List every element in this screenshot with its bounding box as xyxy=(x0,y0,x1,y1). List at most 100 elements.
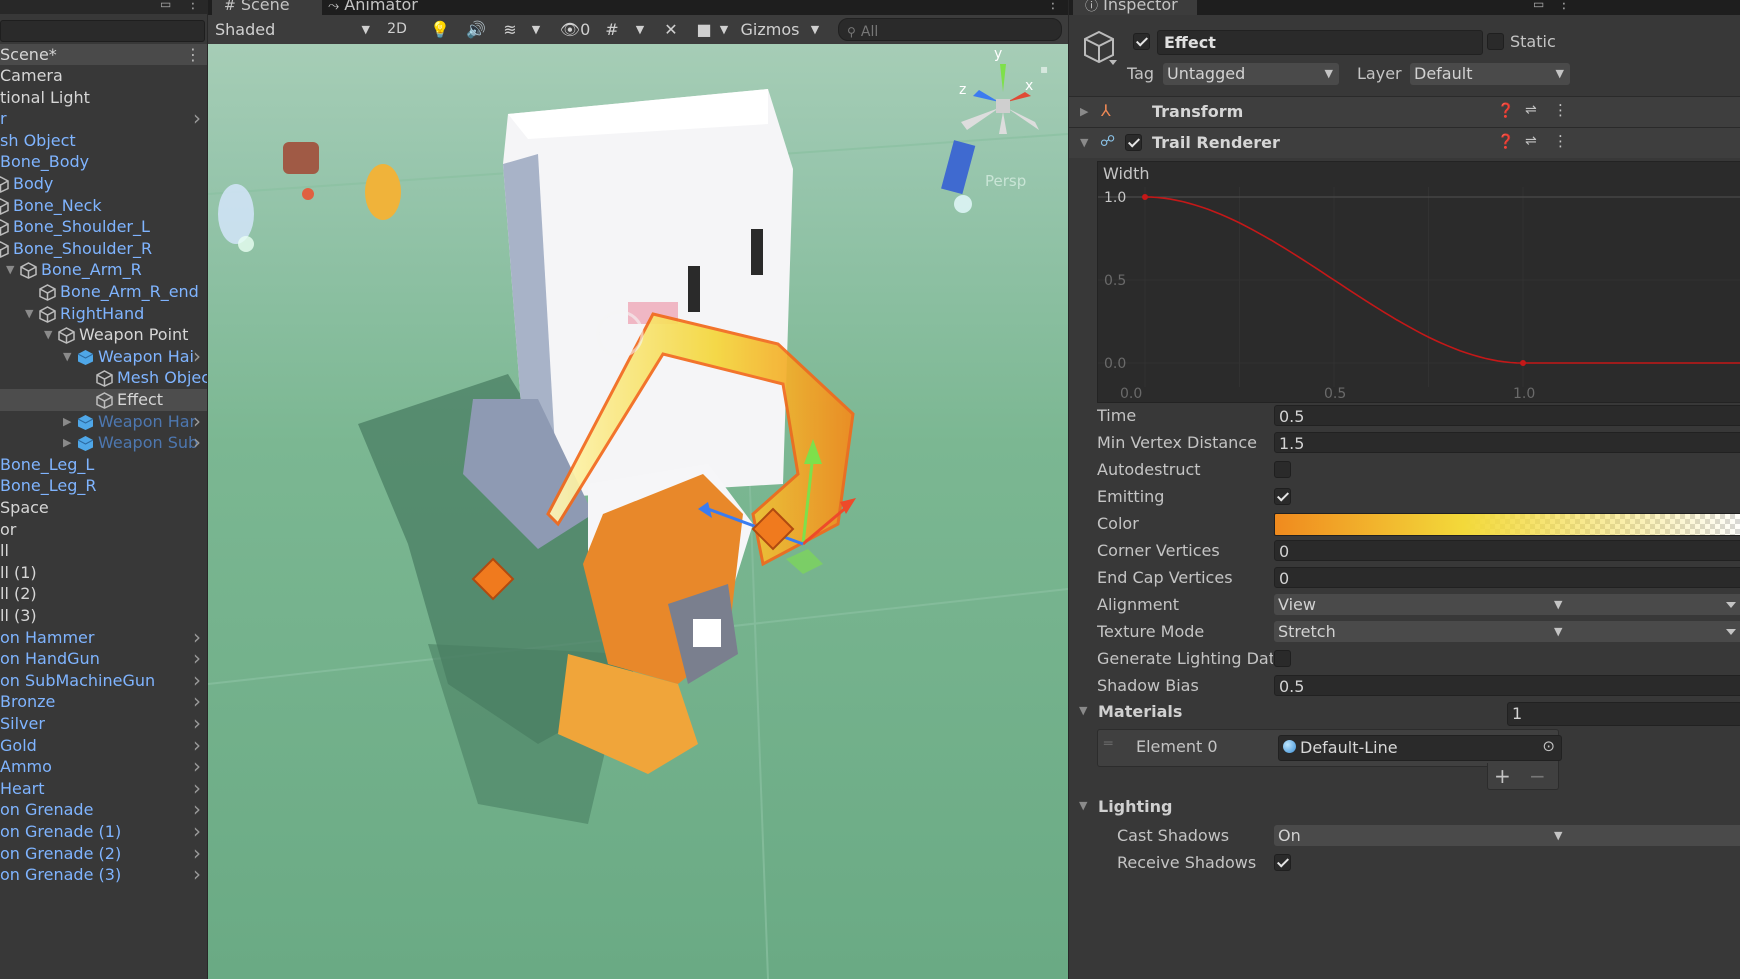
hierarchy-item[interactable]: on Grenade (2) › xyxy=(0,842,207,865)
lighting-toggle-icon[interactable]: 💡 xyxy=(426,18,454,41)
hierarchy-item[interactable]: Heart › xyxy=(0,777,207,800)
hierarchy-item[interactable]: Silver › xyxy=(0,712,207,735)
help-icon[interactable]: ❓ xyxy=(1497,103,1514,119)
materials-count-field[interactable]: 1 xyxy=(1507,702,1740,726)
gizmos-dropdown-icon[interactable]: ▼ xyxy=(806,18,824,41)
chevron-right-icon[interactable]: › xyxy=(193,734,201,757)
tools-icon[interactable]: ✕ xyxy=(658,18,684,41)
field-input[interactable]: 1.5 xyxy=(1274,432,1740,453)
chevron-right-icon[interactable]: › xyxy=(193,777,201,800)
expand-arrow-icon[interactable]: ▼ xyxy=(44,324,52,346)
chevron-right-icon[interactable]: › xyxy=(193,432,201,454)
hidden-objects-toggle[interactable]: 👁0 xyxy=(552,18,598,41)
presets-icon[interactable]: ⇌ xyxy=(1525,133,1537,149)
hierarchy-item[interactable]: Camera xyxy=(0,65,207,87)
component-menu-icon[interactable]: ⋮ xyxy=(1553,101,1568,119)
effects-dropdown-icon[interactable]: ▼ xyxy=(528,18,544,41)
chevron-right-icon[interactable]: › xyxy=(193,756,201,778)
field-checkbox[interactable] xyxy=(1274,461,1291,478)
tab-inspector[interactable]: ⓘ Inspector xyxy=(1073,0,1197,15)
lock-icon[interactable]: ▭ xyxy=(160,0,171,11)
grid-dropdown-icon[interactable]: ▼ xyxy=(632,18,648,41)
projection-label[interactable]: Persp xyxy=(985,172,1026,190)
hierarchy-item[interactable]: sh Object xyxy=(0,130,207,152)
audio-toggle-icon[interactable]: 🔊 xyxy=(462,18,490,41)
scene-more-icon[interactable]: ⋮ xyxy=(1046,0,1060,12)
static-checkbox[interactable] xyxy=(1487,33,1504,50)
tab-scene[interactable]: # Scene xyxy=(212,0,322,15)
hierarchy-item[interactable]: on Grenade (3) › xyxy=(0,864,207,886)
scene-viewport[interactable]: y x z Persp ▪ xyxy=(208,44,1068,979)
chevron-right-icon[interactable]: › xyxy=(193,712,201,735)
hierarchy-item[interactable]: Bronze › xyxy=(0,691,207,713)
hierarchy-item[interactable]: ▼ RightHand xyxy=(0,303,207,325)
hierarchy-item[interactable]: ll (2) xyxy=(0,583,207,605)
remove-icon[interactable]: − xyxy=(1529,763,1546,789)
field-dropdown[interactable]: View xyxy=(1274,594,1740,615)
receive-shadows-checkbox[interactable] xyxy=(1274,854,1291,871)
expand-arrow-icon[interactable]: ▼ xyxy=(25,303,33,325)
hierarchy-item[interactable]: ll (1) xyxy=(0,562,207,584)
cast-shadows-dropdown[interactable]: On ▼ xyxy=(1274,825,1740,846)
expand-arrow-icon[interactable]: ▼ xyxy=(63,346,71,368)
tab-animator[interactable]: ⤳ Animator xyxy=(316,0,450,15)
hierarchy-item[interactable]: ▶ Weapon Sub › xyxy=(0,432,207,454)
inspector-lock-icon[interactable]: ▭ xyxy=(1533,0,1544,11)
presets-icon[interactable]: ⇌ xyxy=(1525,102,1537,118)
collapse-arrow-icon[interactable]: ▶ xyxy=(63,432,71,454)
grid-toggle-icon[interactable]: # xyxy=(600,18,624,41)
hierarchy-item[interactable]: Bone_Shoulder_R xyxy=(0,238,207,260)
object-picker-icon[interactable]: ⊙ xyxy=(1542,737,1555,755)
tag-dropdown[interactable]: Untagged ▼ xyxy=(1163,63,1339,85)
scene-menu-icon[interactable]: ⋮ xyxy=(185,44,201,65)
hierarchy-item[interactable]: Gold › xyxy=(0,734,207,757)
hierarchy-item[interactable]: on Grenade › xyxy=(0,799,207,821)
field-input[interactable]: 0.5 xyxy=(1274,675,1740,696)
materials-expand-icon[interactable]: ▼ xyxy=(1079,704,1087,717)
2d-toggle-button[interactable]: 2D xyxy=(382,18,412,41)
gizmos-button[interactable]: Gizmos xyxy=(738,18,802,41)
gizmo-lock-icon[interactable]: ▪ xyxy=(1040,62,1048,76)
chevron-right-icon[interactable]: › xyxy=(193,410,201,433)
chevron-right-icon[interactable]: › xyxy=(193,864,201,886)
chevron-right-icon[interactable]: › xyxy=(193,626,201,649)
hierarchy-item[interactable]: Bone_Shoulder_L xyxy=(0,216,207,238)
hierarchy-item[interactable]: Body xyxy=(0,173,207,195)
chevron-right-icon[interactable]: › xyxy=(193,648,201,670)
drag-handle-icon[interactable]: ═ xyxy=(1104,736,1112,752)
chevron-right-icon[interactable]: › xyxy=(193,669,201,692)
field-checkbox[interactable] xyxy=(1274,488,1291,505)
chevron-right-icon[interactable]: › xyxy=(193,799,201,821)
shading-mode-dropdown[interactable]: Shaded ▼ xyxy=(210,18,376,41)
chevron-right-icon[interactable]: › xyxy=(193,345,201,368)
scene-header[interactable]: Scene* ⋮ xyxy=(0,44,207,65)
more-menu-icon[interactable]: ⋮ xyxy=(186,0,200,12)
hierarchy-item[interactable]: Space xyxy=(0,497,207,519)
hierarchy-item[interactable]: ▼ Weapon Point xyxy=(0,324,207,346)
camera-dropdown-icon[interactable]: ▼ xyxy=(716,18,732,41)
lighting-expand-icon[interactable]: ▼ xyxy=(1079,799,1087,812)
field-input[interactable]: 0.5 xyxy=(1274,405,1740,426)
hierarchy-item[interactable]: on Hammer › xyxy=(0,626,207,649)
chevron-right-icon[interactable]: › xyxy=(193,820,201,843)
chevron-right-icon[interactable]: › xyxy=(193,108,201,130)
hierarchy-item[interactable]: ▼ Weapon Hai › xyxy=(0,345,207,368)
field-input[interactable]: 0 xyxy=(1274,540,1740,561)
hierarchy-item[interactable]: ll xyxy=(0,540,207,562)
transform-component-header[interactable]: ▶ ⅄ Transform ❓ ⇌ ⋮ xyxy=(1069,96,1740,127)
object-name-field[interactable]: Effect xyxy=(1157,30,1483,55)
hierarchy-item[interactable]: Ammo › xyxy=(0,756,207,778)
active-checkbox[interactable] xyxy=(1133,33,1150,50)
layer-dropdown[interactable]: Default ▼ xyxy=(1410,63,1570,85)
chevron-right-icon[interactable]: › xyxy=(193,691,201,713)
expand-arrow-icon[interactable]: ▼ xyxy=(6,259,14,281)
add-icon[interactable]: + xyxy=(1494,763,1511,789)
field-dropdown[interactable]: Stretch xyxy=(1274,621,1740,642)
hierarchy-search-input[interactable] xyxy=(0,20,205,42)
hierarchy-item[interactable]: on SubMachineGun › xyxy=(0,669,207,692)
orientation-gizmo[interactable]: y x z Persp xyxy=(953,46,1053,190)
inspector-more-icon[interactable]: ⋮ xyxy=(1557,0,1571,12)
collapse-arrow-icon[interactable]: ▶ xyxy=(63,411,71,433)
trail-enabled-checkbox[interactable] xyxy=(1125,134,1142,151)
hierarchy-item[interactable]: Effect xyxy=(0,389,207,411)
